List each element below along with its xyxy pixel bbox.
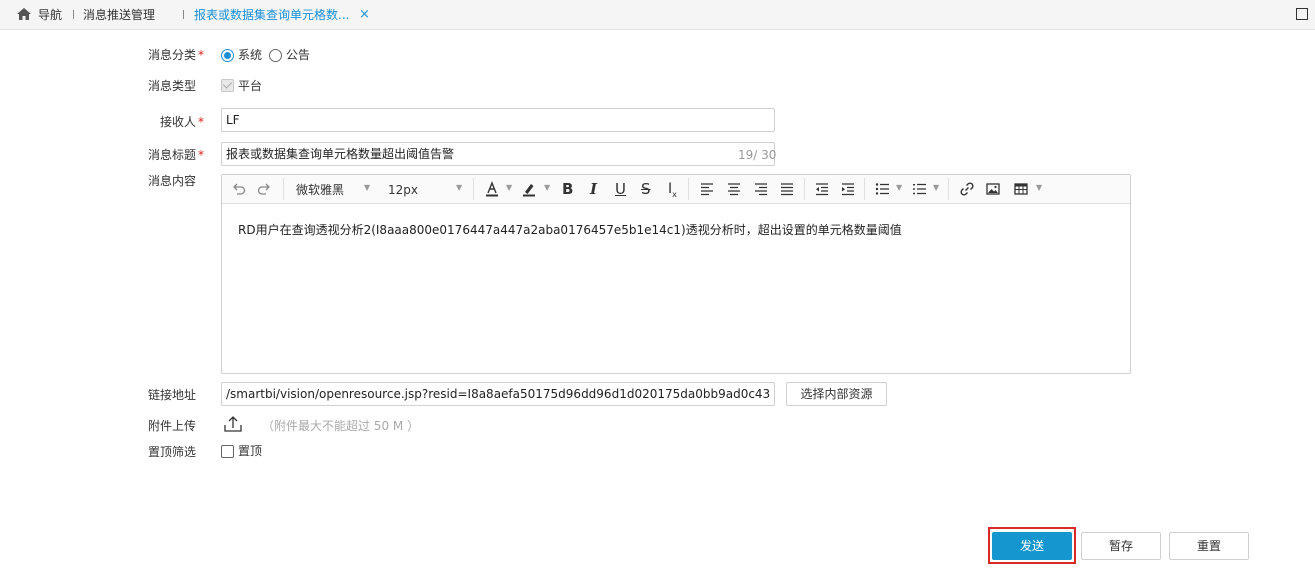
title-field[interactable]: 报表或数据集查询单元格数量超出阈值告警 [221, 142, 775, 166]
category-radio-notice[interactable] [269, 49, 282, 62]
tab-bar: 导航 消息推送管理 报表或数据集查询单元格数... × [0, 0, 1315, 30]
category-option-notice[interactable]: 公告 [286, 48, 310, 62]
toolbar-divider [283, 178, 284, 200]
pin-checkbox[interactable] [221, 445, 234, 458]
chevron-down-icon[interactable]: ▼ [506, 183, 512, 192]
upload-icon[interactable] [223, 414, 243, 437]
attachment-size-hint: （附件最大不能超过 50 M ） [262, 419, 420, 433]
underline-icon[interactable]: U [615, 181, 626, 197]
title-char-counter: 19/ 30 [738, 148, 777, 162]
editor-content[interactable]: RD用户在查询透视分析2(I8aaa800e0176447a447a2aba01… [238, 223, 902, 237]
home-icon[interactable] [16, 7, 32, 21]
rich-text-editor[interactable]: 微软雅黑 ▼ 12px ▼ ▼ ▼ B I U S Ix ▼ ▼ ▼ RD用户在… [221, 174, 1131, 374]
toolbar-divider [688, 178, 689, 200]
title-label: 消息标题 * [148, 148, 205, 162]
chevron-down-icon[interactable]: ▼ [364, 183, 370, 192]
redo-icon[interactable] [256, 181, 272, 197]
send-button[interactable]: 发送 [992, 532, 1072, 560]
image-icon[interactable] [985, 181, 1001, 197]
type-option-platform: 平台 [238, 79, 263, 93]
recipient-label: 接收人 * [160, 115, 205, 129]
align-justify-icon[interactable] [779, 181, 795, 197]
close-icon[interactable]: × [359, 8, 370, 22]
nav-label[interactable]: 导航 [38, 8, 62, 22]
category-label: 消息分类 * [148, 48, 205, 62]
chevron-down-icon[interactable]: ▼ [456, 183, 462, 192]
type-label: 消息类型 [148, 79, 197, 93]
reset-button[interactable]: 重置 [1169, 532, 1249, 560]
link-icon[interactable] [959, 181, 975, 197]
strikethrough-icon[interactable]: S [641, 181, 651, 197]
maximize-icon[interactable] [1296, 8, 1308, 20]
tab-active-message[interactable]: 报表或数据集查询单元格数... [194, 8, 349, 22]
numbered-list-icon[interactable] [911, 181, 927, 197]
tab-message-management[interactable]: 消息推送管理 [83, 8, 155, 22]
clear-format-icon[interactable]: Ix [668, 181, 677, 199]
bold-icon[interactable]: B [562, 181, 573, 197]
toolbar-divider [473, 178, 474, 200]
link-field[interactable]: /smartbi/vision/openresource.jsp?resid=I… [221, 382, 775, 406]
undo-icon[interactable] [231, 181, 247, 197]
category-radio-system[interactable] [221, 49, 234, 62]
toolbar-divider [804, 178, 805, 200]
highlight-color-icon[interactable] [521, 181, 537, 197]
pin-label: 置顶筛选 [148, 445, 197, 459]
content-label: 消息内容 [148, 174, 197, 188]
font-size-select[interactable]: 12px [388, 183, 418, 197]
chevron-down-icon[interactable]: ▼ [1036, 183, 1042, 192]
recipient-field[interactable]: LF [221, 108, 775, 132]
editor-toolbar: 微软雅黑 ▼ 12px ▼ ▼ ▼ B I U S Ix ▼ ▼ ▼ [222, 175, 1130, 204]
save-draft-button[interactable]: 暂存 [1081, 532, 1161, 560]
font-color-icon[interactable] [484, 181, 500, 197]
align-right-icon[interactable] [753, 181, 769, 197]
pin-option[interactable]: 置顶 [238, 444, 262, 458]
attachment-label: 附件上传 [148, 419, 197, 433]
font-family-select[interactable]: 微软雅黑 [296, 183, 344, 197]
chevron-down-icon[interactable]: ▼ [896, 183, 902, 192]
chevron-down-icon[interactable]: ▼ [544, 183, 550, 192]
toolbar-divider [948, 178, 949, 200]
type-checkbox-platform [221, 79, 234, 92]
align-left-icon[interactable] [699, 181, 715, 197]
table-icon[interactable] [1013, 181, 1029, 197]
chevron-down-icon[interactable]: ▼ [933, 183, 939, 192]
category-option-system[interactable]: 系统 [238, 48, 262, 62]
align-center-icon[interactable] [726, 181, 742, 197]
toolbar-divider [864, 178, 865, 200]
bullet-list-icon[interactable] [874, 181, 890, 197]
select-internal-resource-button[interactable]: 选择内部资源 [786, 382, 887, 406]
italic-icon[interactable]: I [590, 181, 597, 197]
tab-separator [73, 10, 74, 19]
link-label: 链接地址 [148, 388, 197, 402]
tab-separator [183, 10, 184, 19]
indent-icon[interactable] [840, 181, 856, 197]
outdent-icon[interactable] [814, 181, 830, 197]
